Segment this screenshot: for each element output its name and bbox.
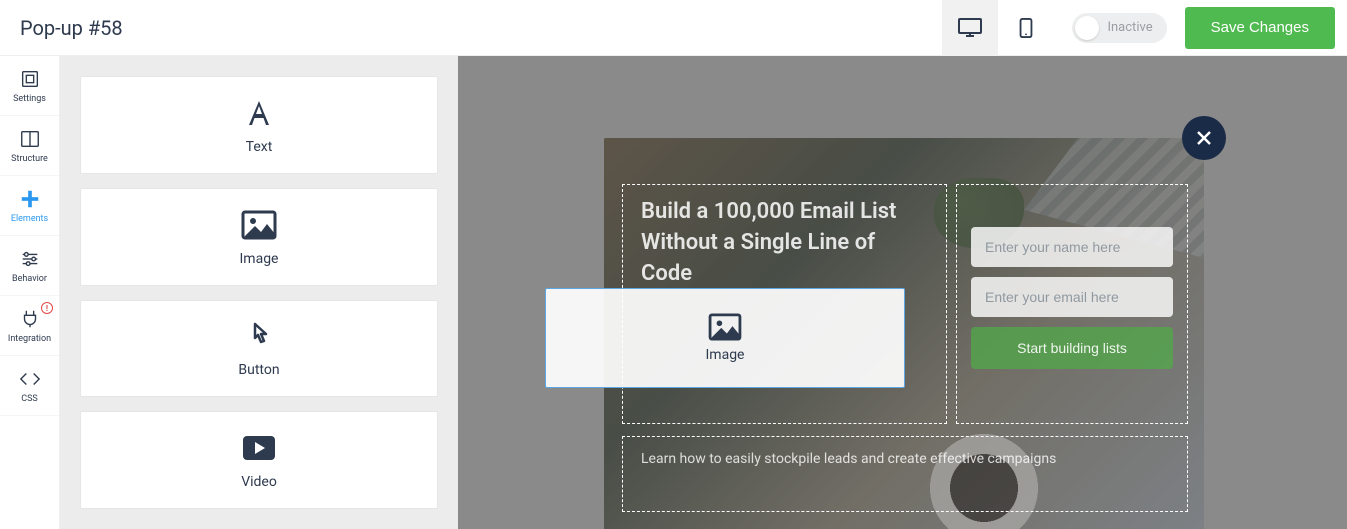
mobile-icon	[1014, 18, 1038, 38]
sidebar-item-behavior[interactable]: Behavior	[0, 236, 59, 296]
dragging-element-image[interactable]: Image	[545, 288, 905, 388]
save-button[interactable]: Save Changes	[1185, 7, 1335, 49]
active-toggle[interactable]: Inactive	[1072, 13, 1166, 43]
close-icon	[1195, 129, 1213, 147]
element-label: Text	[246, 139, 273, 155]
name-input[interactable]	[971, 227, 1173, 267]
sidebar-item-label: Integration	[8, 334, 51, 344]
elements-panel: Text Image Button Video	[60, 56, 458, 529]
code-icon	[19, 368, 41, 390]
alert-badge: !	[41, 302, 53, 314]
sidebar-item-label: Elements	[11, 214, 48, 224]
email-input[interactable]	[971, 277, 1173, 317]
behavior-icon	[19, 248, 41, 270]
desktop-view-button[interactable]	[942, 0, 998, 56]
popup-subtext-slot[interactable]: Learn how to easily stockpile leads and …	[622, 436, 1188, 512]
element-text[interactable]: Text	[80, 76, 438, 174]
settings-icon	[19, 68, 41, 90]
element-label: Image	[240, 251, 279, 267]
canvas[interactable]: Build a 100,000 Email List Without a Sin…	[458, 56, 1347, 529]
element-image[interactable]: Image	[80, 188, 438, 286]
element-label: Button	[238, 362, 279, 378]
page-title: Pop-up #58	[20, 16, 123, 40]
video-icon	[241, 430, 277, 466]
mobile-view-button[interactable]	[998, 0, 1054, 56]
structure-icon	[19, 128, 41, 150]
sidebar-item-label: Settings	[13, 94, 46, 104]
popup-subtext: Learn how to easily stockpile leads and …	[641, 451, 1056, 467]
element-button[interactable]: Button	[80, 300, 438, 398]
toggle-label: Inactive	[1107, 20, 1152, 35]
toggle-knob	[1075, 16, 1099, 40]
popup-cta-button[interactable]: Start building lists	[971, 327, 1173, 369]
popup-form-slot[interactable]: Start building lists	[956, 184, 1188, 424]
text-icon	[241, 95, 277, 131]
element-label: Image	[706, 347, 745, 363]
sidebar-item-css[interactable]: CSS	[0, 356, 59, 416]
sidebar-item-elements[interactable]: Elements	[0, 176, 59, 236]
plus-icon	[19, 188, 41, 210]
sidebar-item-label: Behavior	[12, 274, 47, 284]
element-label: Video	[241, 474, 277, 490]
sidebar-item-label: CSS	[21, 394, 38, 404]
image-icon	[708, 313, 742, 341]
sidebar-item-structure[interactable]: Structure	[0, 116, 59, 176]
sidebar: Settings Structure Elements Behavior ! I…	[0, 56, 60, 529]
sidebar-item-settings[interactable]: Settings	[0, 56, 59, 116]
popup-headline: Build a 100,000 Email List Without a Sin…	[641, 197, 928, 289]
image-icon	[241, 207, 277, 243]
header-actions: Inactive Save Changes	[942, 0, 1335, 56]
pointer-icon	[241, 318, 277, 354]
desktop-icon	[958, 18, 982, 38]
popup-close-button[interactable]	[1182, 116, 1226, 160]
sidebar-item-label: Structure	[11, 154, 48, 164]
element-video[interactable]: Video	[80, 411, 438, 509]
sidebar-item-integration[interactable]: ! Integration	[0, 296, 59, 356]
plug-icon	[19, 308, 41, 330]
